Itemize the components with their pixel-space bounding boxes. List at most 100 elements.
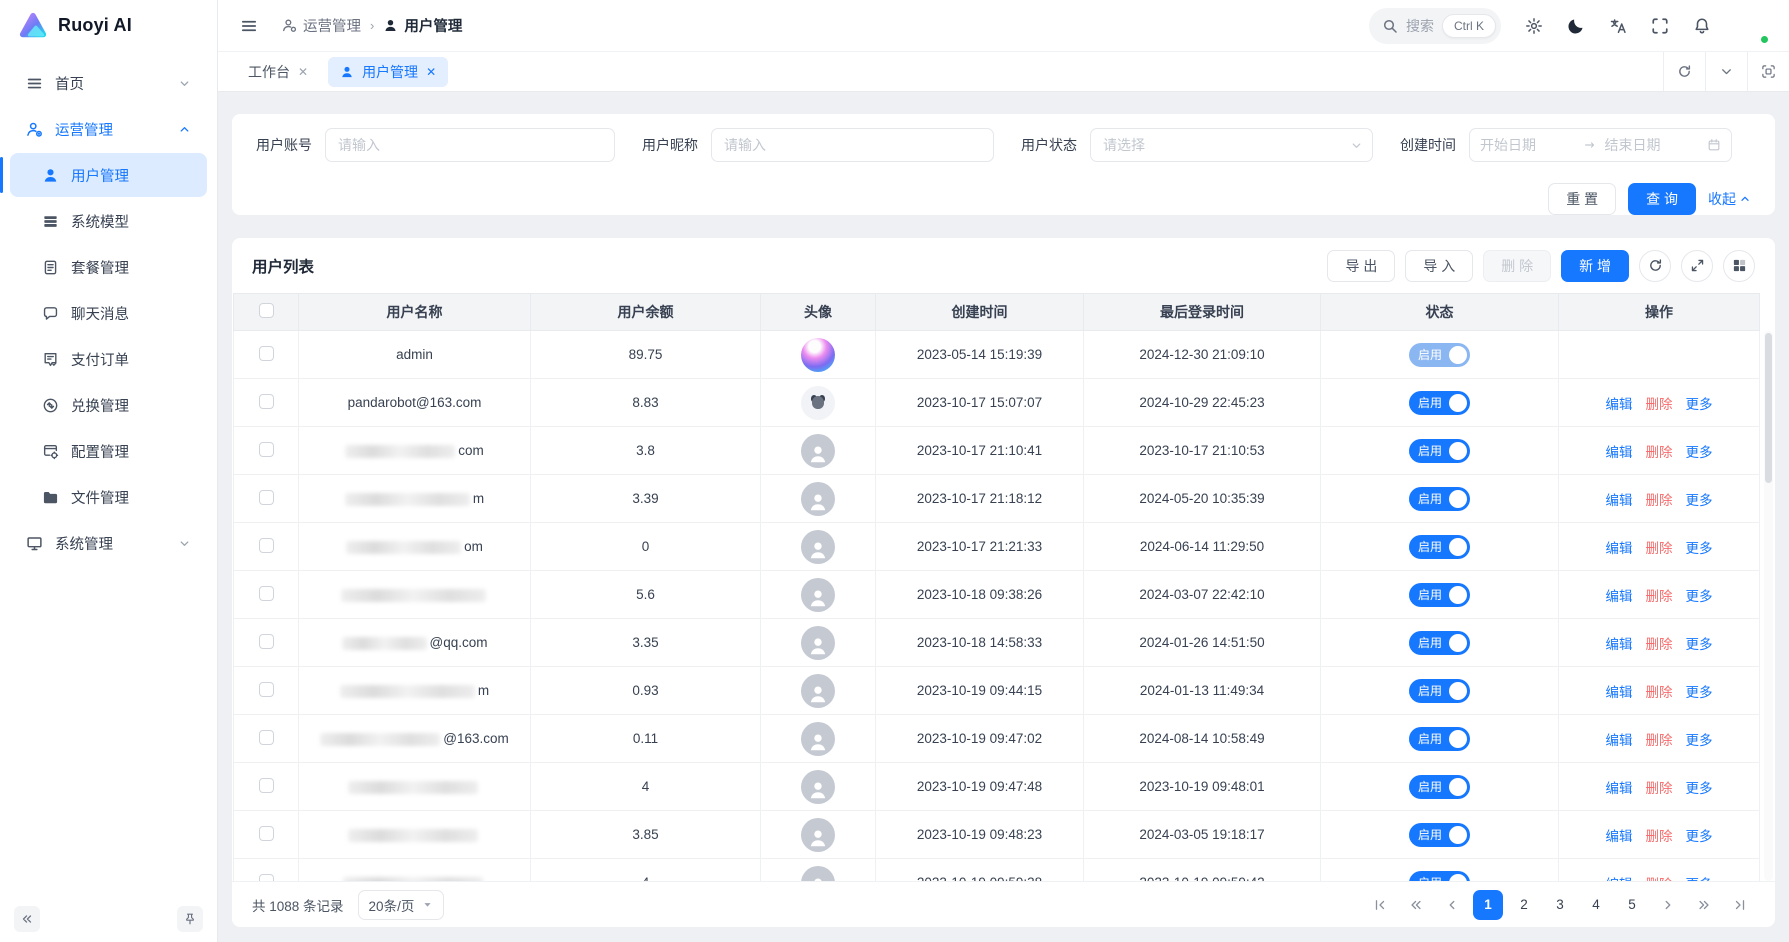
status-select[interactable] bbox=[1090, 128, 1373, 162]
refresh-table-button[interactable] bbox=[1639, 250, 1671, 282]
more-link[interactable]: 更多 bbox=[1686, 777, 1713, 797]
status-toggle[interactable]: 启用 bbox=[1409, 631, 1470, 655]
row-checkbox[interactable] bbox=[259, 826, 274, 841]
more-link[interactable]: 更多 bbox=[1686, 393, 1713, 413]
sidebar-item-redeem[interactable]: 兑换管理 bbox=[10, 383, 207, 427]
jump-prev-button[interactable] bbox=[1401, 890, 1431, 920]
breadcrumb-users[interactable]: 用户管理 bbox=[383, 15, 462, 36]
fullscreen-button[interactable] bbox=[1643, 9, 1677, 43]
edit-link[interactable]: 编辑 bbox=[1606, 873, 1633, 882]
status-toggle[interactable]: 启用 bbox=[1409, 679, 1470, 703]
page-button-1[interactable]: 1 bbox=[1473, 890, 1503, 920]
sidebar-item-config[interactable]: 配置管理 bbox=[10, 429, 207, 473]
delete-button[interactable]: 删 除 bbox=[1483, 250, 1551, 282]
status-toggle[interactable]: 启用 bbox=[1409, 535, 1470, 559]
status-select-input[interactable] bbox=[1090, 128, 1373, 162]
sidebar-item-operations[interactable]: 运营管理 bbox=[10, 107, 207, 151]
more-link[interactable]: 更多 bbox=[1686, 825, 1713, 845]
reset-button[interactable]: 重 置 bbox=[1548, 183, 1616, 215]
tab-options-button[interactable] bbox=[1705, 52, 1747, 91]
delete-link[interactable]: 删除 bbox=[1646, 489, 1673, 509]
status-toggle[interactable]: 启用 bbox=[1409, 391, 1470, 415]
sidebar-item-files[interactable]: 文件管理 bbox=[10, 475, 207, 519]
sidebar-pin-button[interactable] bbox=[177, 906, 203, 932]
page-button-3[interactable]: 3 bbox=[1545, 890, 1575, 920]
edit-link[interactable]: 编辑 bbox=[1606, 777, 1633, 797]
status-toggle[interactable]: 启用 bbox=[1409, 871, 1470, 882]
date-range-picker[interactable]: 开始日期 结束日期 bbox=[1469, 128, 1732, 162]
brand[interactable]: Ruoyi AI bbox=[0, 0, 217, 51]
first-page-button[interactable] bbox=[1365, 890, 1395, 920]
refresh-page-button[interactable] bbox=[1663, 52, 1705, 91]
scrollbar-thumb[interactable] bbox=[1765, 333, 1772, 483]
status-toggle[interactable]: 启用 bbox=[1409, 727, 1470, 751]
search-button[interactable]: 查 询 bbox=[1628, 183, 1696, 215]
page-button-2[interactable]: 2 bbox=[1509, 890, 1539, 920]
more-link[interactable]: 更多 bbox=[1686, 537, 1713, 557]
edit-link[interactable]: 编辑 bbox=[1606, 441, 1633, 461]
delete-link[interactable]: 删除 bbox=[1646, 393, 1673, 413]
delete-link[interactable]: 删除 bbox=[1646, 729, 1673, 749]
row-checkbox[interactable] bbox=[259, 490, 274, 505]
more-link[interactable]: 更多 bbox=[1686, 441, 1713, 461]
edit-link[interactable]: 编辑 bbox=[1606, 537, 1633, 557]
status-toggle[interactable]: 启用 bbox=[1409, 775, 1470, 799]
sidebar-item-users[interactable]: 用户管理 bbox=[10, 153, 207, 197]
more-link[interactable]: 更多 bbox=[1686, 729, 1713, 749]
import-button[interactable]: 导 入 bbox=[1405, 250, 1473, 282]
table-scrollbar[interactable] bbox=[1764, 331, 1773, 881]
sidebar-item-models[interactable]: 系统模型 bbox=[10, 199, 207, 243]
edit-link[interactable]: 编辑 bbox=[1606, 585, 1633, 605]
page-size-select[interactable]: 20条/页 bbox=[358, 890, 445, 920]
content-fullscreen-button[interactable] bbox=[1747, 52, 1789, 91]
last-page-button[interactable] bbox=[1725, 890, 1755, 920]
settings-button[interactable] bbox=[1517, 9, 1551, 43]
account-input[interactable] bbox=[325, 128, 615, 162]
expand-table-button[interactable] bbox=[1681, 250, 1713, 282]
breadcrumb-operations[interactable]: 运营管理 bbox=[282, 15, 361, 36]
more-link[interactable]: 更多 bbox=[1686, 873, 1713, 882]
sidebar-item-home[interactable]: 首页 bbox=[10, 61, 207, 105]
row-checkbox[interactable] bbox=[259, 682, 274, 697]
status-toggle[interactable]: 启用 bbox=[1409, 343, 1470, 367]
delete-link[interactable]: 删除 bbox=[1646, 633, 1673, 653]
more-link[interactable]: 更多 bbox=[1686, 489, 1713, 509]
end-date-placeholder[interactable]: 结束日期 bbox=[1605, 135, 1700, 155]
jump-next-button[interactable] bbox=[1689, 890, 1719, 920]
user-avatar[interactable] bbox=[1733, 8, 1769, 44]
edit-link[interactable]: 编辑 bbox=[1606, 489, 1633, 509]
page-button-4[interactable]: 4 bbox=[1581, 890, 1611, 920]
dark-mode-button[interactable] bbox=[1559, 9, 1593, 43]
language-button[interactable] bbox=[1601, 9, 1635, 43]
edit-link[interactable]: 编辑 bbox=[1606, 681, 1633, 701]
status-toggle[interactable]: 启用 bbox=[1409, 823, 1470, 847]
edit-link[interactable]: 编辑 bbox=[1606, 825, 1633, 845]
start-date-placeholder[interactable]: 开始日期 bbox=[1480, 135, 1575, 155]
status-toggle[interactable]: 启用 bbox=[1409, 487, 1470, 511]
edit-link[interactable]: 编辑 bbox=[1606, 633, 1633, 653]
row-checkbox[interactable] bbox=[259, 442, 274, 457]
sidebar-toggle-button[interactable] bbox=[232, 9, 266, 43]
sidebar-item-packages[interactable]: 套餐管理 bbox=[10, 245, 207, 289]
tab-workbench[interactable]: 工作台 ✕ bbox=[236, 57, 320, 87]
more-link[interactable]: 更多 bbox=[1686, 585, 1713, 605]
row-checkbox[interactable] bbox=[259, 538, 274, 553]
sidebar-item-chats[interactable]: 聊天消息 bbox=[10, 291, 207, 335]
edit-link[interactable]: 编辑 bbox=[1606, 393, 1633, 413]
next-page-button[interactable] bbox=[1653, 890, 1683, 920]
delete-link[interactable]: 删除 bbox=[1646, 585, 1673, 605]
collapse-filters-link[interactable]: 收起 bbox=[1708, 189, 1751, 209]
row-checkbox[interactable] bbox=[259, 346, 274, 361]
delete-link[interactable]: 删除 bbox=[1646, 537, 1673, 557]
prev-page-button[interactable] bbox=[1437, 890, 1467, 920]
row-checkbox[interactable] bbox=[259, 874, 274, 882]
status-toggle[interactable]: 启用 bbox=[1409, 583, 1470, 607]
row-checkbox[interactable] bbox=[259, 634, 274, 649]
nickname-input[interactable] bbox=[711, 128, 994, 162]
edit-link[interactable]: 编辑 bbox=[1606, 729, 1633, 749]
select-all-checkbox[interactable] bbox=[259, 303, 274, 318]
more-link[interactable]: 更多 bbox=[1686, 681, 1713, 701]
sidebar-item-system[interactable]: 系统管理 bbox=[10, 521, 207, 565]
add-button[interactable]: 新 增 bbox=[1561, 250, 1629, 282]
close-icon[interactable]: ✕ bbox=[298, 65, 308, 79]
